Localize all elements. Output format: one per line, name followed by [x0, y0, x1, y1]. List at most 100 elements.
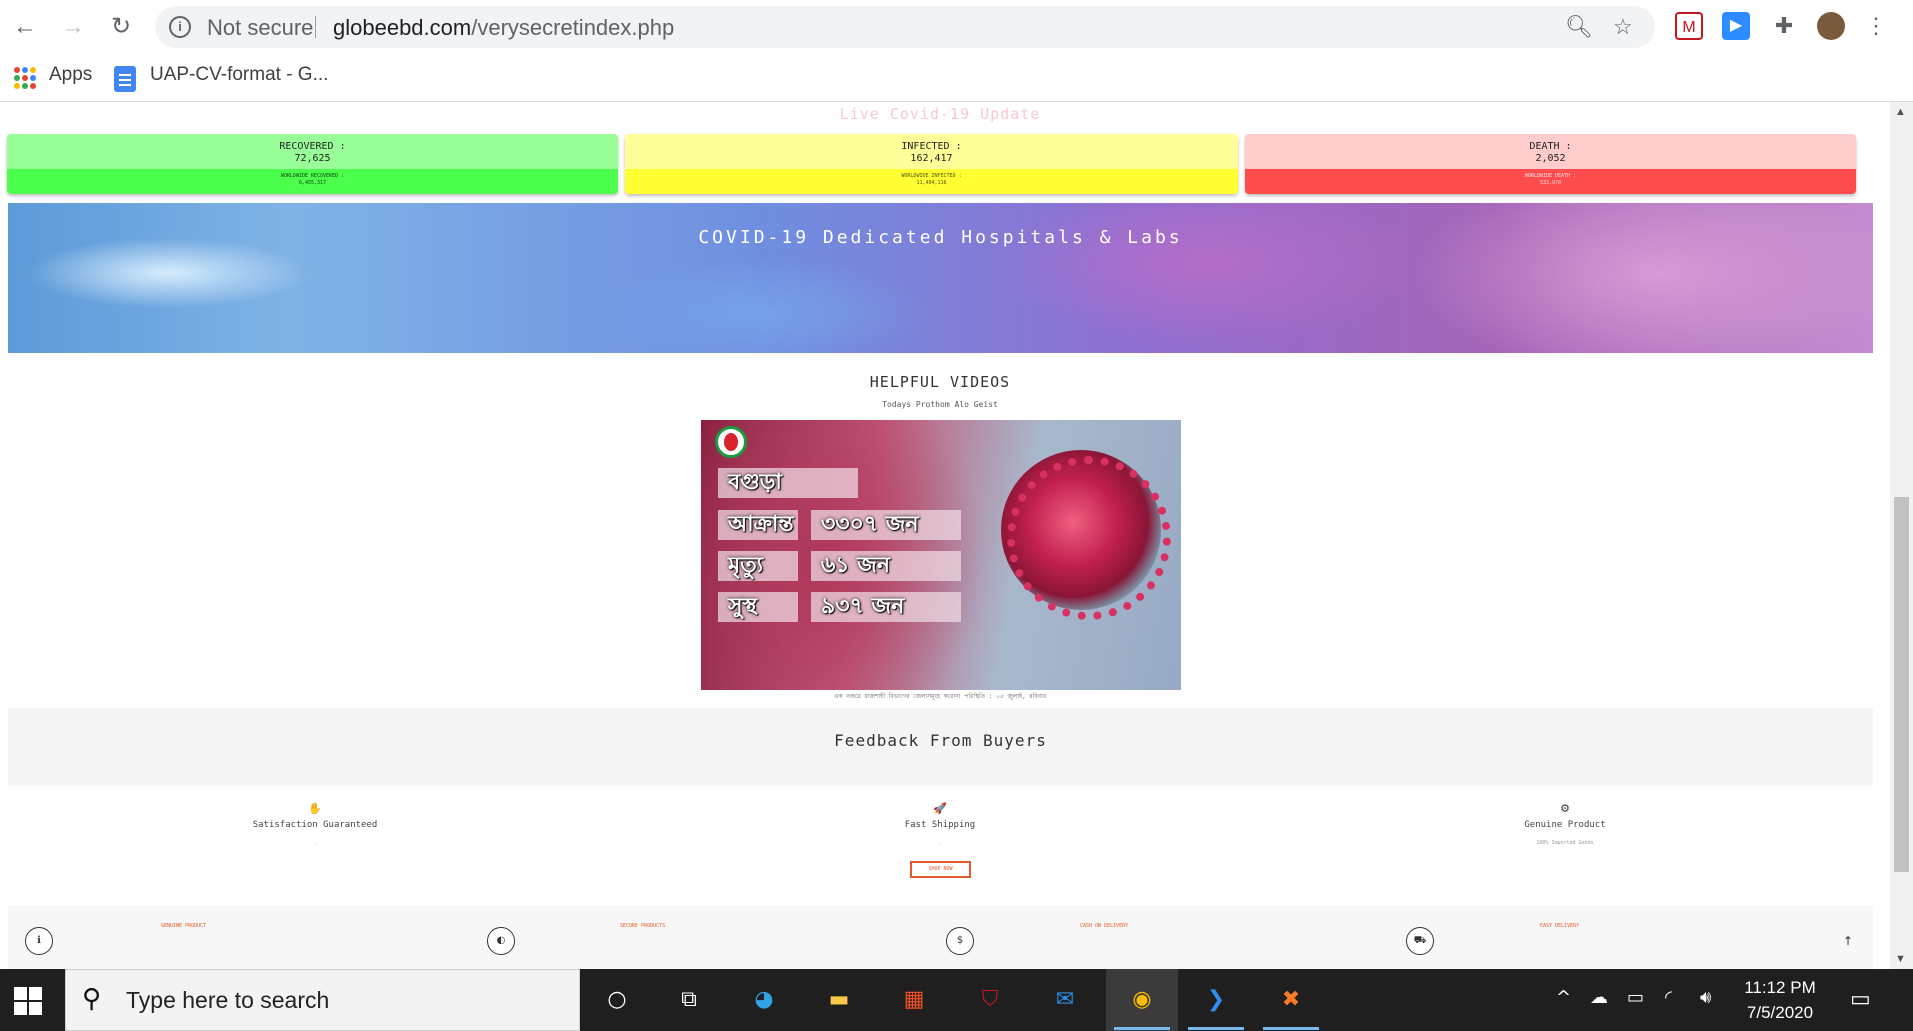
browser-toolbar: ← → ↻ i Not secure globeebd.com/verysecr… [0, 0, 1913, 54]
video-thumbnail[interactable]: বগুড়া আক্রান্ত ৩৩০৭ জন মৃত্যু ৬১ জন সুস… [701, 420, 1181, 690]
scroll-thumb[interactable] [1894, 497, 1909, 872]
helpful-videos-subtitle: Todays Prothom Alo Geist [882, 400, 998, 409]
feedback-title: Feedback From Buyers [834, 731, 1047, 750]
wifi-icon[interactable]: ◜ [1665, 987, 1672, 1008]
mcafee-extension-icon[interactable]: M [1675, 12, 1703, 40]
recovered-label: RECOVERED : [279, 141, 346, 152]
reload-icon[interactable]: ↻ [106, 12, 136, 42]
vscode-running-underline [1188, 1027, 1244, 1030]
battery-icon[interactable]: ▭ [1627, 987, 1644, 1008]
taskbar-search[interactable]: ⚲ Type here to search [65, 969, 580, 1031]
info-icon[interactable]: i [169, 16, 191, 38]
apps-grid-icon[interactable] [14, 67, 36, 89]
rocket-icon: 🚀 [933, 802, 947, 815]
truck-icon: ⛟ [1406, 927, 1434, 955]
infected-value: 162,417 [910, 153, 953, 164]
windows-start-icon[interactable] [14, 987, 42, 1015]
feature-fast-shipping: 🚀 Fast Shipping . [790, 802, 1090, 848]
forward-arrow-icon[interactable]: → [58, 12, 88, 42]
video-death-value: ৬১ জন [811, 551, 961, 581]
infected-card: INFECTED : 162,417 WORLDWIDE INFECTED : … [625, 134, 1238, 194]
video-recovered-label: সুস্থ [718, 592, 798, 622]
menu-kebab-icon[interactable]: ⋮ [1862, 12, 1890, 40]
back-arrow-icon[interactable]: ← [10, 12, 40, 42]
file-explorer-icon[interactable]: ▬ [821, 982, 857, 1018]
page-scrollbar[interactable]: ▲ ▼ [1890, 102, 1913, 969]
feature-genuine: ⚙ Genuine Product 100% Imported Goods [1415, 802, 1715, 848]
feedback-section: Feedback From Buyers [8, 708, 1873, 786]
worldwide-recovered-label: WORLDWIDE RECOVERED : [280, 173, 345, 179]
footer-secure-label: SECURE PRODUCTS [620, 923, 666, 929]
shield-icon: ◐ [487, 927, 515, 955]
mail-icon[interactable]: ✉ [1047, 982, 1083, 1018]
recovered-card: RECOVERED : 72,625 WORLDWIDE RECOVERED :… [7, 134, 618, 194]
cortana-icon[interactable]: ○ [599, 982, 635, 1018]
bookmarks-bar: Apps UAP-CV-format - G... [0, 54, 1913, 102]
video-death-label: মৃত্যু [718, 551, 798, 581]
death-value: 2,052 [1535, 153, 1566, 164]
hospitals-banner[interactable]: COVID-19 Dedicated Hospitals & Labs [8, 203, 1873, 353]
video-infected-label: আক্রান্ত [718, 510, 798, 540]
zoom-icon[interactable]: 🔍︎ [1565, 14, 1593, 40]
recovered-value: 72,625 [294, 153, 331, 164]
feature-title: Satisfaction Guaranteed [252, 820, 378, 830]
page-viewport: Live Covid-19 Update RECOVERED : 72,625 … [0, 102, 1890, 969]
windows-taskbar: ⚲ Type here to search ○ ⧉ ◕ ▬ ▦ ⛉ ✉ ◉ ❯ … [0, 969, 1913, 1031]
bookmark-uap-cv[interactable]: UAP-CV-format - G... [150, 64, 328, 86]
worldwide-infected-value: 11,404,116 [916, 180, 947, 186]
extensions-puzzle-icon[interactable]: ✚ [1770, 12, 1798, 40]
shop-now-button[interactable]: SHOP NOW [910, 861, 971, 878]
clock-date: 7/5/2020 [1746, 1003, 1814, 1022]
video-place-label: বগুড়া [718, 468, 858, 498]
xampp-icon[interactable]: ✖ [1273, 982, 1309, 1018]
task-view-icon[interactable]: ⧉ [671, 982, 707, 1018]
footer-delivery-label: EASY DELIVERY [1540, 923, 1580, 929]
action-center-icon[interactable]: ▭ [1850, 987, 1871, 1012]
bookmark-star-icon[interactable]: ☆ [1613, 14, 1633, 40]
address-bar[interactable]: i Not secure globeebd.com/verysecretinde… [155, 6, 1655, 48]
worldwide-death-value: 533,978 [1539, 180, 1562, 186]
feature-subtitle: 100% Imported Goods [1536, 840, 1594, 846]
edge-browser-icon[interactable]: ◕ [746, 982, 782, 1018]
helpful-videos-title: HELPFUL VIDEOS [869, 373, 1011, 391]
feature-satisfaction: ✋ Satisfaction Guaranteed . [165, 802, 465, 848]
zoom-extension-icon[interactable]: ▶ [1722, 12, 1750, 40]
dollar-icon: $ [946, 927, 974, 955]
url-host: globeebd.com [333, 15, 472, 40]
taskbar-clock[interactable]: 11:12 PM 7/5/2020 [1735, 975, 1825, 1025]
infected-label: INFECTED : [901, 141, 962, 152]
microsoft-store-icon[interactable]: ▦ [896, 982, 932, 1018]
volume-icon[interactable]: 🔊︎ [1700, 987, 1711, 1008]
worldwide-recovered-value: 6,455,317 [298, 180, 327, 186]
scroll-down-icon[interactable]: ▼ [1895, 953, 1906, 965]
vscode-icon[interactable]: ❯ [1198, 982, 1234, 1018]
taskbar-search-placeholder: Type here to search [126, 987, 330, 1013]
tray-chevron-icon[interactable]: ^ [1556, 987, 1571, 1008]
feature-subtitle: . [938, 840, 942, 846]
footer-genuine-label: GENUINE PRODUCT [161, 923, 207, 929]
death-card: DEATH : 2,052 WORLDWIDE DEATH : 533,978 [1245, 134, 1856, 194]
worldwide-death-label: WORLDWIDE DEATH : [1524, 173, 1577, 179]
banner-title: COVID-19 Dedicated Hospitals & Labs [698, 227, 1183, 248]
death-label: DEATH : [1529, 141, 1572, 152]
profile-avatar[interactable] [1817, 12, 1845, 40]
url-text[interactable]: globeebd.com/verysecretindex.php [333, 15, 674, 41]
feature-title: Genuine Product [1524, 820, 1606, 830]
bookmark-apps[interactable]: Apps [49, 64, 92, 86]
search-icon: ⚲ [82, 984, 102, 1014]
video-infected-value: ৩৩০৭ জন [811, 510, 961, 540]
scroll-up-icon[interactable]: ▲ [1895, 106, 1906, 118]
feature-title: Fast Shipping [904, 820, 976, 830]
onedrive-cloud-icon[interactable]: ☁ [1590, 987, 1608, 1008]
video-recovered-value: ৯৩৭ জন [811, 592, 961, 622]
worldwide-infected-label: WORLDWIDE INFECTED : [901, 173, 962, 179]
url-path: /verysecretindex.php [471, 15, 675, 40]
xampp-running-underline [1263, 1027, 1319, 1030]
footer-cod-label: CASH ON DELIVERY [1080, 923, 1129, 929]
back-to-top-arrow-icon[interactable]: ↑ [1843, 934, 1853, 948]
google-docs-icon [114, 66, 136, 92]
feature-subtitle: . [313, 840, 317, 846]
chrome-active-underline [1114, 1027, 1170, 1030]
chrome-icon[interactable]: ◉ [1124, 982, 1160, 1018]
mcafee-icon[interactable]: ⛉ [972, 982, 1008, 1018]
